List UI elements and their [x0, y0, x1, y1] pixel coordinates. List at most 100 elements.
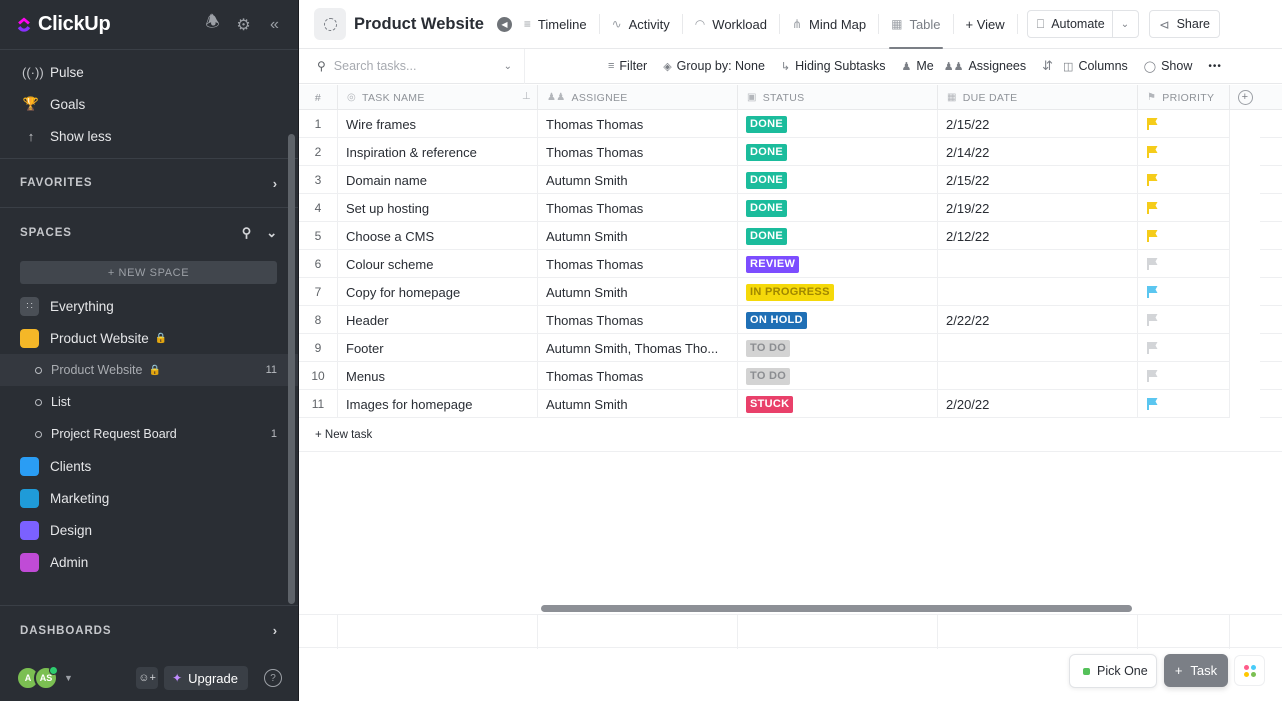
priority-cell[interactable] — [1138, 110, 1230, 138]
sidebar-item-goals[interactable]: 🏆 Goals — [0, 88, 298, 120]
sidebar-item-list-list[interactable]: List — [0, 386, 298, 418]
sidebar-item-everything[interactable]: ∷ Everything — [0, 290, 298, 322]
assignee-cell[interactable]: Thomas Thomas — [538, 138, 738, 166]
task-name-cell[interactable]: Wire frames — [338, 110, 538, 138]
dashboards-section-header[interactable]: DASHBOARDS › — [0, 605, 298, 655]
priority-cell[interactable] — [1138, 250, 1230, 278]
table-row[interactable]: 5 Choose a CMS Autumn Smith DONE 2/12/22 — [299, 222, 1282, 250]
sidebar-item-space-clients[interactable]: Clients — [0, 450, 298, 482]
share-button[interactable]: ⊲ Share — [1149, 10, 1220, 38]
search-icon[interactable]: ⚲ — [242, 225, 252, 241]
table-row[interactable]: 3 Domain name Autumn Smith DONE 2/15/22 — [299, 166, 1282, 194]
priority-cell[interactable] — [1138, 362, 1230, 390]
task-name-cell[interactable]: Choose a CMS — [338, 222, 538, 250]
spaces-section-header[interactable]: SPACES ⚲ ⌄ — [0, 208, 298, 257]
status-cell[interactable]: REVIEW — [738, 250, 938, 278]
subtasks-button[interactable]: ↳ Hiding Subtasks — [781, 59, 886, 73]
new-task-button[interactable]: + New task — [299, 418, 1282, 452]
assignee-cell[interactable]: Autumn Smith — [538, 222, 738, 250]
gear-icon[interactable]: ⚙ — [234, 15, 253, 35]
status-cell[interactable]: TO DO — [738, 362, 938, 390]
status-cell[interactable]: DONE — [738, 138, 938, 166]
due-date-cell[interactable]: 2/14/22 — [938, 138, 1138, 166]
due-date-cell[interactable]: 2/20/22 — [938, 390, 1138, 418]
priority-cell[interactable] — [1138, 390, 1230, 418]
assignee-cell[interactable]: Autumn Smith — [538, 390, 738, 418]
add-view-button[interactable]: + View — [954, 0, 1017, 49]
chevron-down-icon[interactable]: ⌄ — [504, 61, 512, 72]
priority-cell[interactable] — [1138, 222, 1230, 250]
sidebar-item-show-less[interactable]: ↑ Show less — [0, 120, 298, 152]
due-date-cell[interactable] — [938, 334, 1138, 362]
due-date-cell[interactable]: 2/22/22 — [938, 306, 1138, 334]
task-name-cell[interactable]: Copy for homepage — [338, 278, 538, 306]
task-name-cell[interactable]: Inspiration & reference — [338, 138, 538, 166]
status-cell[interactable]: ON HOLD — [738, 306, 938, 334]
task-name-cell[interactable]: Menus — [338, 362, 538, 390]
row-height-button[interactable]: ⇵ — [1042, 58, 1053, 74]
sidebar-item-list-product-website[interactable]: Product Website 🔒 11 — [0, 354, 298, 386]
me-filter-button[interactable]: ♟ Me — [901, 59, 933, 73]
caret-down-icon[interactable]: ▼ — [64, 673, 73, 683]
priority-cell[interactable] — [1138, 194, 1230, 222]
due-date-cell[interactable]: 2/15/22 — [938, 166, 1138, 194]
table-row[interactable]: 7 Copy for homepage Autumn Smith IN PROGRES… — [299, 278, 1282, 306]
table-row[interactable]: 11 Images for homepage Autumn Smith STUCK 2/… — [299, 390, 1282, 418]
task-name-cell[interactable]: Header — [338, 306, 538, 334]
favorites-section-header[interactable]: FAVORITES › — [0, 159, 298, 208]
due-date-cell[interactable]: 2/12/22 — [938, 222, 1138, 250]
due-date-cell[interactable] — [938, 362, 1138, 390]
assignee-cell[interactable]: Thomas Thomas — [538, 306, 738, 334]
assignees-button[interactable]: ♟♟ Assignees — [944, 59, 1026, 73]
assignee-cell[interactable]: Thomas Thomas — [538, 110, 738, 138]
bell-icon[interactable]: 🕭 — [203, 11, 222, 38]
task-name-cell[interactable]: Images for homepage — [338, 390, 538, 418]
table-row[interactable]: 9 Footer Autumn Smith, Thomas Tho... TO DO — [299, 334, 1282, 362]
columns-button[interactable]: ◫ Columns — [1063, 59, 1128, 73]
status-cell[interactable]: DONE — [738, 110, 938, 138]
tab-workload[interactable]: ◠ Workload — [683, 0, 779, 49]
status-cell[interactable]: DONE — [738, 222, 938, 250]
table-row[interactable]: 2 Inspiration & reference Thomas Thomas DON… — [299, 138, 1282, 166]
tab-timeline[interactable]: ≡ Timeline — [512, 0, 599, 49]
status-cell[interactable]: STUCK — [738, 390, 938, 418]
apps-grid-icon[interactable] — [1234, 655, 1265, 686]
table-row[interactable]: 4 Set up hosting Thomas Thomas DONE 2/19/22 — [299, 194, 1282, 222]
due-date-cell[interactable]: 2/15/22 — [938, 110, 1138, 138]
task-name-cell[interactable]: Set up hosting — [338, 194, 538, 222]
status-cell[interactable]: IN PROGRESS — [738, 278, 938, 306]
table-row[interactable]: 8 Header Thomas Thomas ON HOLD 2/22/22 — [299, 306, 1282, 334]
assignee-cell[interactable]: Thomas Thomas — [538, 194, 738, 222]
filter-button[interactable]: ≡ Filter — [608, 59, 647, 73]
sidebar-item-space-design[interactable]: Design — [0, 514, 298, 546]
assignee-cell[interactable]: Autumn Smith — [538, 166, 738, 194]
col-header-status[interactable]: ▣ STATUS — [738, 85, 938, 110]
chevron-right-icon[interactable]: › — [273, 623, 278, 638]
show-button[interactable]: ◯ Show — [1144, 59, 1193, 73]
priority-cell[interactable] — [1138, 138, 1230, 166]
help-icon[interactable]: ? — [264, 669, 282, 687]
assignee-cell[interactable]: Thomas Thomas — [538, 250, 738, 278]
search-input[interactable]: ⚲ Search tasks... ⌄ — [317, 48, 525, 84]
assignee-cell[interactable]: Autumn Smith — [538, 278, 738, 306]
col-header-priority[interactable]: ⚑ PRIORITY — [1138, 85, 1230, 110]
assignee-cell[interactable]: Thomas Thomas — [538, 362, 738, 390]
task-name-cell[interactable]: Footer — [338, 334, 538, 362]
table-row[interactable]: 1 Wire frames Thomas Thomas DONE 2/15/22 — [299, 110, 1282, 138]
horizontal-scrollbar[interactable] — [541, 605, 1132, 612]
clickup-logo[interactable]: ClickUp — [16, 13, 111, 36]
tab-activity[interactable]: ∿ Activity — [600, 0, 682, 49]
table-row[interactable]: 6 Colour scheme Thomas Thomas REVIEW — [299, 250, 1282, 278]
col-header-task-name[interactable]: ◎ TASK NAME ⊥ — [338, 85, 538, 110]
avatar[interactable]: AS — [34, 666, 58, 690]
pin-icon[interactable]: ⊥ — [522, 91, 531, 102]
collapse-left-icon[interactable]: ◀ — [496, 16, 512, 32]
tab-mind-map[interactable]: ⋔ Mind Map — [780, 0, 878, 49]
more-options-icon[interactable]: ••• — [1208, 61, 1222, 72]
chevron-down-icon[interactable]: ⌄ — [1111, 11, 1129, 37]
priority-cell[interactable] — [1138, 306, 1230, 334]
add-task-button[interactable]: + Task — [1164, 654, 1228, 687]
assignee-cell[interactable]: Autumn Smith, Thomas Tho... — [538, 334, 738, 362]
group-by-button[interactable]: ◈ Group by: None — [663, 59, 765, 73]
pick-one-button[interactable]: Pick One — [1069, 654, 1157, 688]
